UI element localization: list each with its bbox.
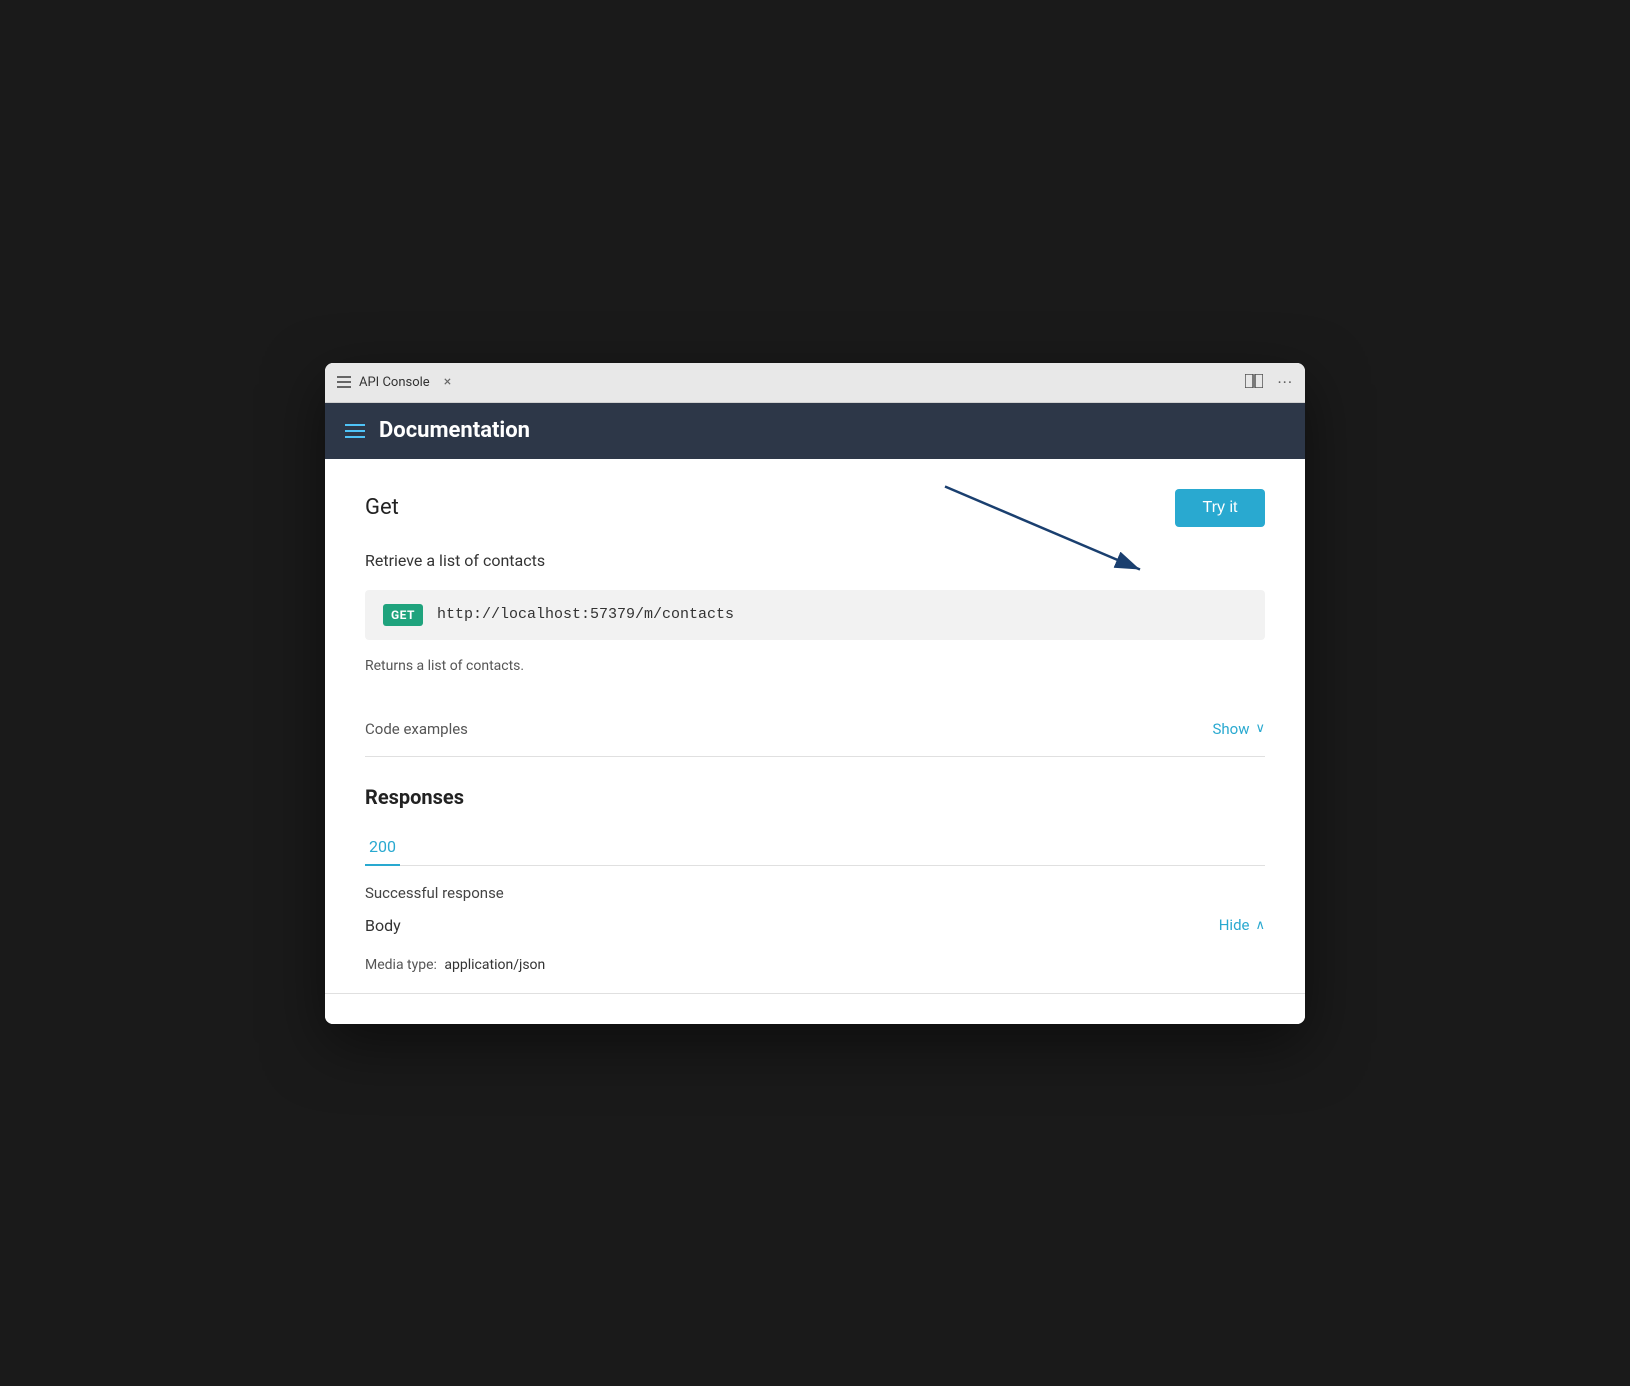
chevron-down-icon: ∨ [1255, 721, 1265, 736]
tab-close-button[interactable]: × [438, 372, 457, 392]
media-type-row: Media type: application/json [365, 957, 1265, 973]
tab-menu-icon[interactable] [337, 376, 351, 388]
endpoint-method-label: Get [365, 495, 399, 520]
main-content: Get Try it Retrieve a list of contacts G… [325, 459, 1305, 1024]
code-examples-section: Code examples Show ∨ [365, 702, 1265, 757]
response-desc: Successful response [365, 884, 1265, 902]
response-tabs: 200 [365, 829, 1265, 866]
endpoint-header: Get Try it [365, 489, 1265, 527]
returns-text: Returns a list of contacts. [365, 658, 1265, 674]
show-label: Show [1212, 720, 1249, 738]
responses-heading: Responses [365, 785, 1265, 809]
body-label: Body [365, 916, 401, 935]
chevron-up-icon: ∧ [1255, 918, 1265, 933]
method-badge: GET [383, 604, 423, 626]
response-info: Successful response [365, 884, 1265, 902]
split-view-icon[interactable] [1245, 373, 1263, 392]
body-row: Body Hide ∧ [365, 916, 1265, 935]
endpoint-description: Retrieve a list of contacts [365, 551, 1265, 570]
page-title: Documentation [379, 418, 530, 443]
media-type-value: application/json [444, 957, 545, 973]
tab-left: API Console × [337, 372, 457, 392]
window-container: API Console × ··· Documentation [325, 363, 1305, 1024]
hide-toggle-button[interactable]: Hide ∧ [1219, 916, 1265, 934]
header-bar: Documentation [325, 403, 1305, 459]
response-tab-200[interactable]: 200 [365, 829, 400, 866]
bottom-divider [325, 993, 1305, 994]
url-bar: GET http://localhost:57379/m/contacts [365, 590, 1265, 640]
try-it-button[interactable]: Try it [1175, 489, 1265, 527]
tab-right: ··· [1245, 373, 1293, 392]
tab-title: API Console [359, 375, 430, 390]
show-toggle-button[interactable]: Show ∨ [1212, 720, 1265, 738]
header-menu-icon[interactable] [345, 424, 365, 438]
more-options-icon[interactable]: ··· [1277, 373, 1293, 392]
code-examples-label: Code examples [365, 720, 468, 738]
url-text: http://localhost:57379/m/contacts [437, 606, 734, 623]
hide-label: Hide [1219, 916, 1250, 934]
tab-bar: API Console × ··· [325, 363, 1305, 403]
media-type-label: Media type: [365, 957, 437, 973]
